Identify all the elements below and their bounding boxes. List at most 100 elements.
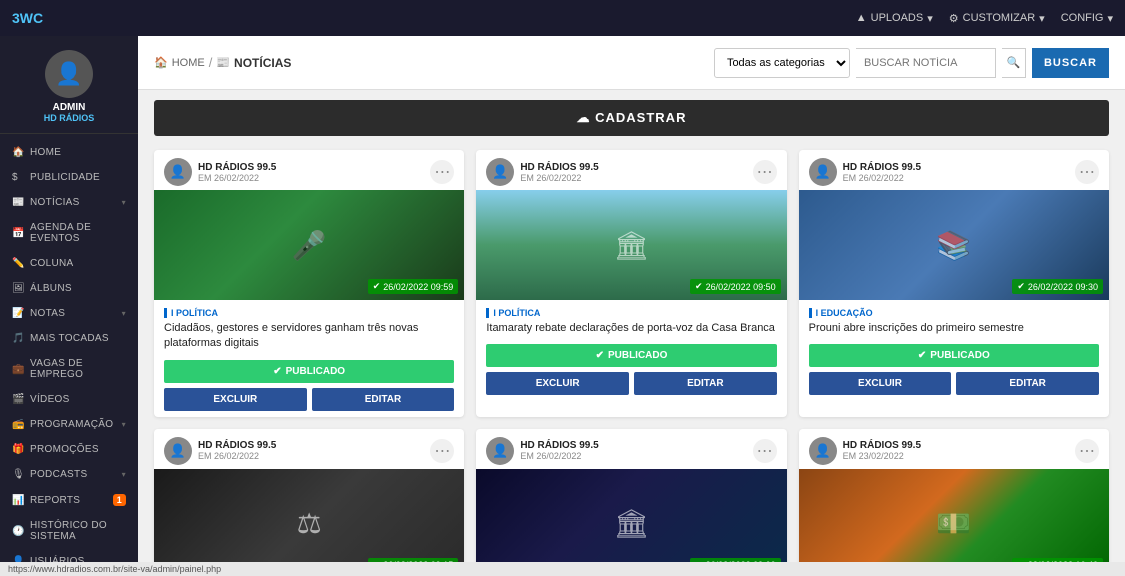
check-icon: ✔	[918, 350, 926, 361]
sidebar-item-usuarios[interactable]: 👤 USUÁRIOS	[0, 549, 138, 562]
sidebar-item-label: VAGAS DE EMPREGO	[30, 358, 126, 380]
news-category: I EDUCAÇÃO	[809, 308, 1099, 318]
sidebar-item-left: 🖼 ÁLBUNS	[12, 283, 72, 294]
sidebar-item-label: VÍDEOS	[30, 394, 70, 405]
sidebar-item-left: 📝 NOTAS	[12, 308, 65, 319]
card-avatar: 👤	[164, 158, 192, 186]
card-menu-button[interactable]: ⋯	[430, 160, 454, 184]
breadcrumb: 🏠 HOME / 📰 NOTÍCIAS	[154, 55, 291, 70]
editar-button[interactable]: EDITAR	[312, 388, 455, 411]
sidebar-item-left: $ PUBLICIDADE	[12, 172, 100, 183]
news-card: 👤 HD RÁDIOS 99.5 EM 26/02/2022 ⋯ 🏛 ✔ 26/…	[476, 150, 786, 417]
editar-button[interactable]: EDITAR	[634, 372, 777, 395]
sidebar-item-label: COLUNA	[30, 258, 73, 269]
sidebar-item-podcasts[interactable]: 🎙 PODCASTS ▾	[0, 462, 138, 487]
card-actions: EXCLUIR EDITAR	[486, 372, 776, 395]
published-button[interactable]: ✔ PUBLICADO	[164, 360, 454, 383]
card-author-name: HD RÁDIOS 99.5	[843, 440, 921, 451]
buscar-button[interactable]: BUSCAR	[1032, 48, 1109, 78]
card-menu-button[interactable]: ⋯	[1075, 160, 1099, 184]
news-card-body: I EDUCAÇÃO Prouni abre inscrições do pri…	[799, 300, 1109, 401]
sidebar-item-coluna[interactable]: ✏️ COLUNA	[0, 251, 138, 276]
news-timestamp: ✔ 26/02/2022 09:59	[368, 279, 459, 294]
sidebar-item-reports[interactable]: 📊 REPORTS 1	[0, 487, 138, 513]
sidebar-item-mais-tocadas[interactable]: 🎵 MAIS TOCADAS	[0, 326, 138, 351]
news-image-wrapper: ⚖ ✔ 26/02/2022 09:15	[154, 469, 464, 562]
card-actions: EXCLUIR EDITAR	[164, 388, 454, 411]
excluir-button[interactable]: EXCLUIR	[809, 372, 952, 395]
card-avatar: 👤	[486, 158, 514, 186]
news-card-header: 👤 HD RÁDIOS 99.5 EM 26/02/2022 ⋯	[799, 150, 1109, 190]
card-menu-button[interactable]: ⋯	[1075, 439, 1099, 463]
published-button[interactable]: ✔ PUBLICADO	[809, 344, 1099, 367]
news-image-wrapper: 🏛 ✔ 26/02/2022 09:50	[476, 190, 786, 300]
sidebar-item-albuns[interactable]: 🖼 ÁLBUNS	[0, 276, 138, 301]
clock-icon: ✔	[373, 281, 381, 292]
card-author: 👤 HD RÁDIOS 99.5 EM 26/02/2022	[486, 437, 598, 465]
news-card-header: 👤 HD RÁDIOS 99.5 EM 26/02/2022 ⋯	[476, 429, 786, 469]
card-menu-button[interactable]: ⋯	[753, 439, 777, 463]
card-author-name: HD RÁDIOS 99.5	[198, 440, 276, 451]
news-card-header: 👤 HD RÁDIOS 99.5 EM 26/02/2022 ⋯	[476, 150, 786, 190]
card-actions: EXCLUIR EDITAR	[809, 372, 1099, 395]
sidebar-item-programacao[interactable]: 📻 PROGRAMAÇÃO ▾	[0, 412, 138, 437]
reports-icon: 📊	[12, 495, 24, 506]
card-menu-button[interactable]: ⋯	[430, 439, 454, 463]
card-author-name: HD RÁDIOS 99.5	[843, 162, 921, 173]
content-body: ☁ CADASTRAR 👤 HD RÁDIOS 99.5 EM 26/02/20…	[138, 90, 1125, 562]
customizar-button[interactable]: ⚙ CUSTOMIZAR ▾	[949, 12, 1045, 25]
card-author-date: EM 26/02/2022	[198, 173, 276, 183]
chevron-down-icon: ▾	[1107, 12, 1113, 25]
cadastrar-bar[interactable]: ☁ CADASTRAR	[154, 100, 1109, 136]
news-timestamp: ✔ 26/02/2022 09:30	[1012, 279, 1103, 294]
sidebar-item-label: AGENDA DE EVENTOS	[30, 222, 126, 244]
editar-button[interactable]: EDITAR	[956, 372, 1099, 395]
sidebar-item-noticias[interactable]: 📰 NOTÍCIAS ▾	[0, 190, 138, 215]
sidebar-item-notas[interactable]: 📝 NOTAS ▾	[0, 301, 138, 326]
coluna-icon: ✏️	[12, 258, 24, 269]
chevron-down-icon: ▾	[1039, 12, 1045, 25]
check-icon: ✔	[596, 350, 604, 361]
search-input[interactable]	[856, 48, 996, 78]
topbar: 3WC ▲ UPLOADS ▾ ⚙ CUSTOMIZAR ▾ CONFIG ▾	[0, 0, 1125, 36]
sidebar-item-historico[interactable]: 🕐 HISTÓRICO DO SISTEMA	[0, 513, 138, 549]
sidebar-sitename: HD RÁDIOS	[44, 113, 95, 123]
sidebar-item-home[interactable]: 🏠 HOME	[0, 140, 138, 165]
excluir-button[interactable]: EXCLUIR	[164, 388, 307, 411]
excluir-button[interactable]: EXCLUIR	[486, 372, 629, 395]
news-image: ⚖	[154, 469, 464, 562]
sidebar-item-left: 🏠 HOME	[12, 147, 61, 158]
sidebar-item-videos[interactable]: 🎬 VÍDEOS	[0, 387, 138, 412]
news-image-wrapper: 🏛 ✔ 26/02/2022 09:00	[476, 469, 786, 562]
card-author-info: HD RÁDIOS 99.5 EM 26/02/2022	[198, 440, 276, 461]
sidebar-item-left: 📰 NOTÍCIAS	[12, 197, 80, 208]
sidebar-item-label: PODCASTS	[30, 469, 87, 480]
promocoes-icon: 🎁	[12, 444, 24, 455]
card-avatar: 👤	[809, 158, 837, 186]
chevron-icon: ▾	[122, 470, 126, 479]
clock-icon: ✔	[373, 560, 381, 562]
sidebar-item-publicidade[interactable]: $ PUBLICIDADE	[0, 165, 138, 190]
uploads-button[interactable]: ▲ UPLOADS ▾	[856, 12, 933, 25]
clock-icon: ✔	[1017, 281, 1025, 292]
historico-icon: 🕐	[12, 526, 24, 537]
config-button[interactable]: CONFIG ▾	[1061, 12, 1113, 25]
home-icon: 🏠	[154, 56, 168, 69]
programacao-icon: 📻	[12, 419, 24, 430]
card-author-info: HD RÁDIOS 99.5 EM 26/02/2022	[843, 162, 921, 183]
card-author-date: EM 26/02/2022	[520, 451, 598, 461]
news-category: I POLÍTICA	[486, 308, 776, 318]
status-url: https://www.hdradios.com.br/site-va/admi…	[8, 564, 221, 574]
sidebar-item-agenda[interactable]: 📅 AGENDA DE EVENTOS	[0, 215, 138, 251]
albuns-icon: 🖼	[12, 283, 24, 294]
sidebar-item-label: PROMOÇÕES	[30, 444, 99, 455]
sidebar-item-vagas[interactable]: 💼 VAGAS DE EMPREGO	[0, 351, 138, 387]
gear-icon: ⚙	[949, 12, 959, 25]
clock-icon: ✔	[695, 560, 703, 562]
sidebar-item-label: ÁLBUNS	[30, 283, 72, 294]
category-select[interactable]: Todas as categorias Política Educação Ju…	[714, 48, 850, 78]
card-menu-button[interactable]: ⋯	[753, 160, 777, 184]
sidebar-item-left: 🎁 PROMOÇÕES	[12, 444, 99, 455]
sidebar-item-promocoes[interactable]: 🎁 PROMOÇÕES	[0, 437, 138, 462]
published-button[interactable]: ✔ PUBLICADO	[486, 344, 776, 367]
